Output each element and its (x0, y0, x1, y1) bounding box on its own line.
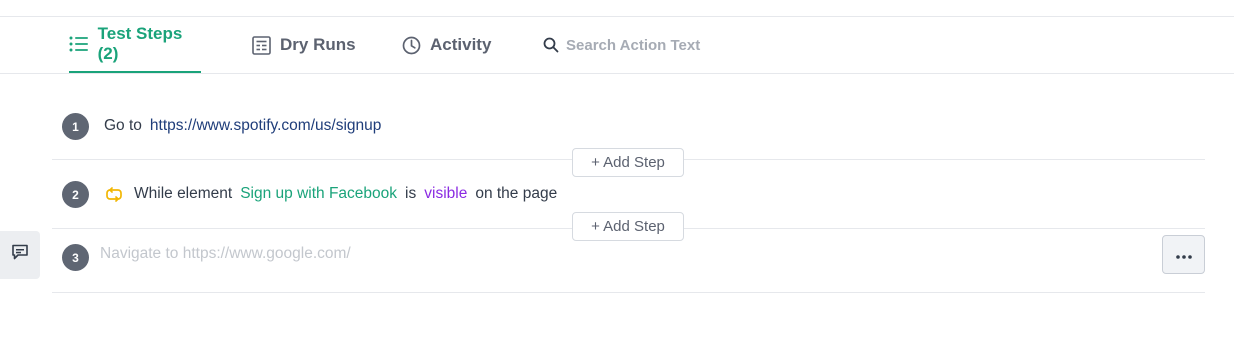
more-icon (1175, 246, 1192, 264)
step-is: is (405, 185, 417, 202)
tab-dry-runs[interactable]: Dry Runs (250, 17, 356, 73)
tab-test-steps[interactable]: Test Steps (2) (69, 17, 201, 73)
step-suffix: on the page (475, 185, 558, 202)
step-action-input[interactable] (100, 245, 700, 263)
step-number-badge: 2 (62, 181, 89, 208)
dry-runs-icon (250, 34, 272, 56)
step-number-badge: 3 (62, 244, 89, 271)
tab-activity[interactable]: Activity (400, 17, 491, 73)
step-state: visible (424, 185, 468, 202)
tab-label: Dry Runs (280, 35, 356, 54)
step-number-badge: 1 (62, 113, 89, 140)
comments-toggle-button[interactable] (0, 231, 40, 279)
search-icon (542, 36, 560, 54)
comment-icon (11, 244, 29, 266)
step-action: While element (134, 185, 233, 202)
step-url: https://www.spotify.com/us/signup (149, 117, 382, 134)
step-element: Sign up with Facebook (240, 185, 398, 202)
add-step-button[interactable]: + Add Step (572, 148, 684, 177)
add-step-button[interactable]: + Add Step (572, 212, 684, 241)
step-action: Go to (104, 117, 142, 134)
tab-label: Test Steps (2) (97, 24, 183, 63)
more-options-button[interactable] (1162, 235, 1205, 274)
search-box (542, 17, 766, 73)
list-icon (69, 33, 90, 55)
tab-bar: Test Steps (2) Dry Runs Activity (0, 17, 1234, 74)
search-input[interactable] (566, 36, 766, 54)
clock-icon (400, 34, 422, 56)
step-text: While element Sign up with Facebook is v… (104, 185, 557, 203)
loop-icon (104, 185, 124, 203)
tab-label: Activity (430, 35, 492, 54)
step-text: Go to https://www.spotify.com/us/signup (104, 117, 381, 135)
